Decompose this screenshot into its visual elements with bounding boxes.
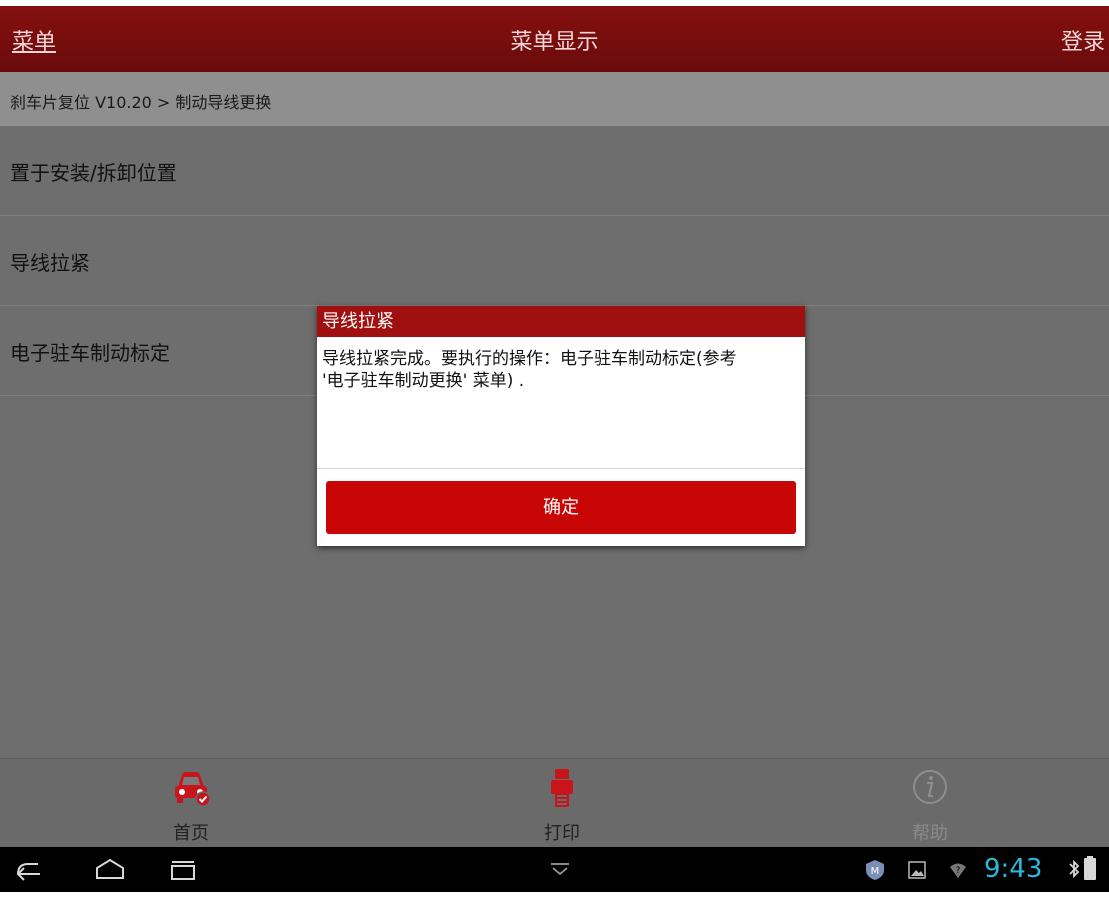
recent-apps-icon[interactable] (166, 858, 200, 882)
status-clock: 9:43 (984, 854, 1043, 884)
dialog-message-line1: 导线拉紧完成。要执行的操作：电子驻车制动标定(参考 (322, 349, 737, 369)
home-button[interactable]: 首页 (131, 759, 251, 848)
dialog-message-line2: '电子驻车制动更换' 菜单) . (322, 371, 525, 391)
login-link[interactable]: 登录 (1061, 24, 1105, 56)
printer-icon (551, 769, 573, 807)
dialog-title: 导线拉紧 (317, 306, 805, 337)
shield-icon: M (866, 860, 884, 880)
app-screen: 菜单 菜单显示 登录 刹车片复位 V10.20 > 制动导线更换 置于安装/拆卸… (0, 6, 1109, 892)
car-icon (175, 772, 211, 807)
wifi-icon: ? (950, 863, 966, 878)
dialog-message: 导线拉紧完成。要执行的操作：电子驻车制动标定(参考 '电子驻车制动更换' 菜单)… (317, 337, 805, 469)
home-nav-icon[interactable] (93, 858, 127, 882)
help-label: 帮助 (912, 823, 948, 844)
battery-icon (1084, 856, 1096, 880)
bottom-toolbar: 首页 打印 帮助 (0, 758, 1109, 848)
menu-item-label: 导线拉紧 (10, 251, 90, 275)
alert-dialog: 导线拉紧 导线拉紧完成。要执行的操作：电子驻车制动标定(参考 '电子驻车制动更换… (317, 306, 805, 546)
menu-item-label: 置于安装/拆卸位置 (10, 161, 177, 185)
system-nav-bar: M ? 9:43 (0, 847, 1109, 892)
info-icon (913, 770, 947, 804)
chevron-down-icon[interactable] (549, 862, 571, 876)
breadcrumb-text: 刹车片复位 V10.20 > 制动导线更换 (10, 93, 272, 112)
print-label: 打印 (544, 823, 580, 844)
print-button[interactable]: 打印 (502, 759, 622, 848)
page-title: 菜单显示 (510, 30, 599, 55)
confirm-button[interactable]: 确定 (326, 481, 796, 534)
menu-item-install-position[interactable]: 置于安装/拆卸位置 (0, 126, 1109, 216)
home-label: 首页 (173, 823, 209, 844)
menu-item-label: 电子驻车制动标定 (10, 341, 170, 365)
help-button[interactable]: 帮助 (870, 759, 990, 848)
svg-text:?: ? (956, 866, 961, 876)
menu-item-wire-tighten[interactable]: 导线拉紧 (0, 216, 1109, 306)
back-icon[interactable] (10, 858, 46, 882)
svg-text:M: M (871, 866, 880, 877)
image-icon (908, 861, 926, 879)
app-header: 菜单 菜单显示 登录 (0, 6, 1109, 72)
bluetooth-icon (1069, 859, 1080, 879)
breadcrumb: 刹车片复位 V10.20 > 制动导线更换 (0, 72, 1109, 126)
